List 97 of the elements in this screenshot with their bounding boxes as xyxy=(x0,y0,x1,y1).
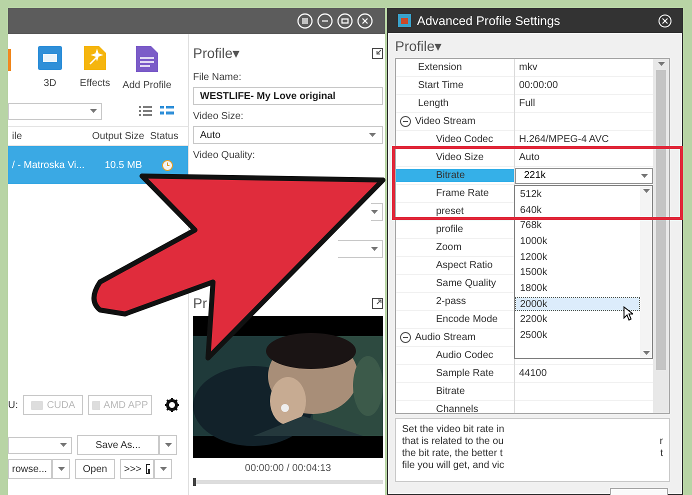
column-header[interactable]: Output Size xyxy=(88,130,146,142)
collapse-icon[interactable] xyxy=(400,332,411,343)
file-name: / - Matroska Vi... xyxy=(11,160,86,170)
field-label: File Name: xyxy=(193,72,242,83)
chip-icon xyxy=(92,400,100,410)
bitrate-combo[interactable]: 221k xyxy=(515,168,653,184)
app-icon xyxy=(398,14,411,27)
select-field[interactable] xyxy=(371,203,383,221)
profile-menu[interactable]: Profile▾ xyxy=(193,45,240,61)
property-value: 00:00:00 xyxy=(518,80,559,91)
clock-icon xyxy=(162,160,172,170)
property-value: H.264/MPEG-4 AVC xyxy=(518,134,610,145)
column-header[interactable]: Status xyxy=(146,130,188,142)
scrollbar[interactable] xyxy=(640,186,652,358)
caret-icon xyxy=(369,133,376,137)
close-icon[interactable] xyxy=(658,14,672,28)
output-folder-button[interactable]: >>> xyxy=(120,459,154,479)
property-name[interactable]: Bitrate xyxy=(396,385,514,398)
list-view-icon[interactable] xyxy=(139,106,152,116)
maximize-icon[interactable] xyxy=(337,13,353,29)
collapse-icon[interactable] xyxy=(400,116,411,127)
dropdown-option[interactable]: 2000k xyxy=(515,297,640,312)
menu-icon[interactable] xyxy=(297,13,313,29)
description-text: the bit rate, the better t xyxy=(402,448,503,460)
window-title: Advanced Profile Settings xyxy=(417,14,562,28)
description-text: Set the video bit rate in xyxy=(402,424,504,436)
toolbar-button[interactable]: Add Profile xyxy=(120,46,174,91)
open-button[interactable]: Open xyxy=(75,459,115,479)
property-name[interactable]: Aspect Ratio xyxy=(396,259,514,272)
collapse-icon[interactable] xyxy=(372,48,383,58)
gpu-label: U: xyxy=(8,400,18,410)
property-name[interactable]: Start Time xyxy=(396,79,514,92)
caret-icon xyxy=(642,189,650,193)
property-name[interactable]: Channels xyxy=(396,403,514,413)
property-name[interactable]: Length xyxy=(396,97,514,110)
property-name[interactable]: Same Quality xyxy=(396,277,514,290)
chip-icon xyxy=(30,400,43,410)
playback-time: 00:00:00 / 00:04:13 xyxy=(244,463,332,474)
seek-handle[interactable] xyxy=(193,478,196,486)
cube-tile-icon xyxy=(38,46,62,70)
caret-icon xyxy=(164,443,172,447)
browse-button[interactable]: rowse... xyxy=(8,459,52,479)
toolbar-button[interactable]: Effects xyxy=(70,46,120,89)
minimize-icon[interactable] xyxy=(317,13,333,29)
caret-icon xyxy=(160,467,166,471)
close-icon[interactable] xyxy=(357,13,373,29)
group-row[interactable]: Audio Stream xyxy=(396,331,514,344)
caret-icon xyxy=(371,247,378,251)
caret-icon xyxy=(641,174,648,178)
select-field[interactable] xyxy=(338,240,383,258)
profile-menu[interactable]: Profile▾ xyxy=(395,38,442,54)
pointer-icon xyxy=(623,306,633,321)
property-name[interactable]: profile xyxy=(396,223,514,236)
group-row[interactable]: Video Stream xyxy=(396,115,514,128)
dropdown-button[interactable] xyxy=(159,435,177,455)
field-label: Video Size: xyxy=(193,111,244,122)
property-value: 44100 xyxy=(518,368,548,379)
file-name-field[interactable]: WESTLIFE- My Love original xyxy=(193,87,383,105)
property-value: mkv xyxy=(518,62,538,73)
caret-icon xyxy=(58,467,64,471)
property-name[interactable]: preset xyxy=(396,205,514,218)
settings-icon[interactable] xyxy=(165,398,179,412)
description-text: file you will get, and vic xyxy=(402,460,504,472)
caret-icon xyxy=(60,443,67,447)
description-text: that is related to the ou xyxy=(402,436,504,448)
scrollbar[interactable] xyxy=(653,59,669,413)
column-header[interactable]: ile xyxy=(8,130,88,142)
caret-icon xyxy=(642,351,650,355)
property-name[interactable]: Video Size xyxy=(396,151,514,164)
caret-icon xyxy=(658,62,664,66)
property-name[interactable]: Sample Rate xyxy=(396,367,514,380)
wand-icon xyxy=(84,46,106,70)
property-value: Auto xyxy=(518,152,541,163)
expand-icon[interactable] xyxy=(372,298,383,308)
dropdown-button[interactable] xyxy=(154,459,172,479)
property-name[interactable]: Video Codec xyxy=(396,133,514,146)
property-name[interactable]: Encode Mode xyxy=(396,313,514,326)
description-text: r xyxy=(660,436,663,448)
field-label: Video Quality: xyxy=(193,150,256,161)
description-text: t xyxy=(660,448,663,460)
property-name[interactable]: Bitrate xyxy=(396,169,514,182)
preview-title: Pr xyxy=(193,295,207,311)
property-value: Full xyxy=(518,98,536,109)
document-icon xyxy=(136,46,158,72)
property-name[interactable]: Audio Codec xyxy=(396,349,514,362)
video-size-select[interactable]: Auto xyxy=(193,126,383,144)
property-name[interactable]: Zoom xyxy=(396,241,514,254)
save-as-button[interactable]: Save As... xyxy=(77,435,159,455)
dropdown-button[interactable] xyxy=(52,459,70,479)
caret-icon xyxy=(90,109,97,113)
output-size: 10.5 MB xyxy=(104,160,143,170)
toolbar-button[interactable]: 3D xyxy=(30,46,70,89)
caret-icon xyxy=(371,210,378,214)
property-name[interactable]: Frame Rate xyxy=(396,187,514,200)
property-name[interactable]: Extension xyxy=(396,61,514,74)
property-name[interactable]: 2-pass xyxy=(396,295,514,308)
detail-view-icon[interactable] xyxy=(160,106,174,116)
